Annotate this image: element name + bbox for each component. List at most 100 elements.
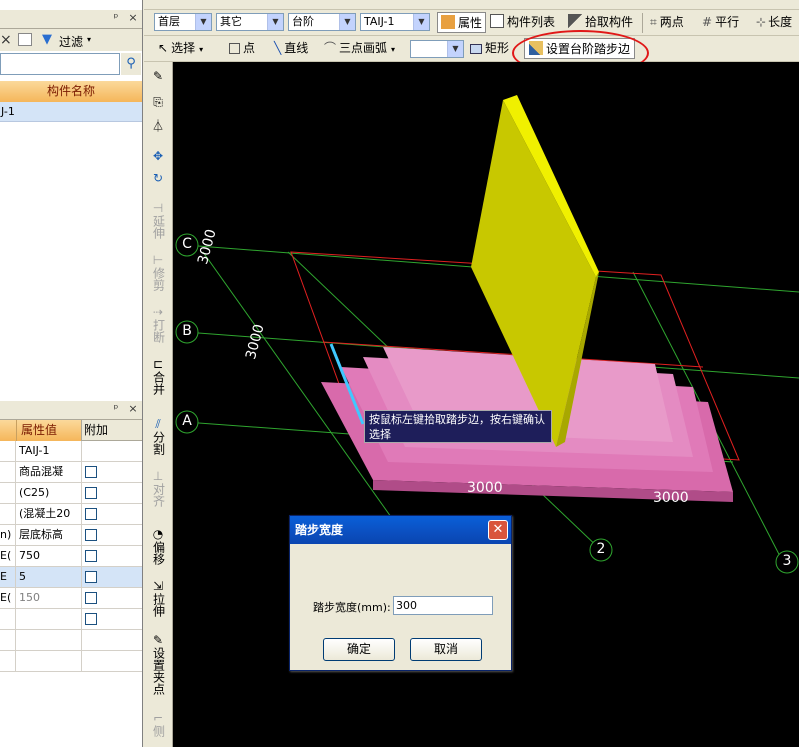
search-icon[interactable]: ⚲ bbox=[121, 53, 141, 75]
floor-select[interactable]: 首层 ▼ bbox=[154, 13, 212, 31]
pencil-icon[interactable]: ✎ bbox=[149, 70, 167, 83]
list-item[interactable]: J-1 bbox=[0, 102, 142, 122]
close-icon[interactable]: × bbox=[127, 403, 139, 415]
axis-label-3: 3 bbox=[782, 553, 792, 569]
copy-icon[interactable]: ⎘ bbox=[149, 96, 167, 109]
select-button[interactable]: ↖ 选择 ▾ bbox=[158, 38, 203, 58]
chevron-down-icon[interactable]: ▼ bbox=[413, 14, 429, 30]
name-select-value: TAIJ-1 bbox=[364, 15, 395, 28]
cancel-button[interactable]: 取消 bbox=[410, 638, 482, 661]
property-value[interactable]: TAIJ-1 bbox=[19, 441, 81, 461]
type-select[interactable]: 其它 ▼ bbox=[216, 13, 284, 31]
extra-checkbox[interactable] bbox=[85, 571, 97, 583]
table-row[interactable]: TAIJ-1 bbox=[0, 441, 142, 462]
table-row[interactable]: E5 bbox=[0, 567, 142, 588]
table-row[interactable]: (混凝土20 bbox=[0, 504, 142, 525]
ok-button[interactable]: 确定 bbox=[323, 638, 395, 661]
table-row[interactable] bbox=[0, 609, 142, 630]
table-row[interactable] bbox=[0, 630, 142, 651]
rotate-icon[interactable]: ↻ bbox=[149, 172, 167, 185]
search-input[interactable] bbox=[0, 53, 120, 75]
step-width-label: 踏步宽度(mm): bbox=[313, 601, 391, 614]
chevron-down-icon[interactable]: ▼ bbox=[447, 41, 463, 57]
parallel-button[interactable]: # 平行 bbox=[702, 12, 739, 32]
close-icon[interactable]: × bbox=[127, 12, 139, 24]
mirror-icon[interactable]: ⏃ bbox=[149, 120, 167, 133]
property-value[interactable]: 层底标高 bbox=[19, 525, 81, 545]
pick-component-button[interactable]: 拾取构件 bbox=[568, 12, 633, 32]
chevron-down-icon[interactable]: ▼ bbox=[195, 14, 211, 30]
side-button[interactable]: ⌐ 侧 bbox=[149, 712, 167, 740]
property-header: 属性值 附加 bbox=[0, 420, 142, 441]
pin-icon[interactable]: ᵖ bbox=[110, 403, 122, 415]
extra-checkbox[interactable] bbox=[85, 466, 97, 478]
property-value[interactable]: 150 bbox=[19, 588, 81, 608]
component-panel-title: ᵖ × bbox=[0, 10, 142, 29]
component-select[interactable]: 台阶 ▼ bbox=[288, 13, 356, 31]
pin-icon[interactable]: ᵖ bbox=[110, 12, 122, 24]
property-value[interactable] bbox=[19, 651, 81, 671]
chevron-down-icon[interactable]: ▼ bbox=[339, 14, 355, 30]
extend-button[interactable]: ⊣ 延伸 bbox=[149, 202, 167, 242]
column-header-extra[interactable]: 附加 bbox=[81, 420, 142, 441]
move-icon[interactable]: ✥ bbox=[149, 150, 167, 163]
extra-checkbox[interactable] bbox=[85, 592, 97, 604]
chevron-down-icon[interactable]: ▼ bbox=[267, 14, 283, 30]
cell-divider bbox=[81, 441, 82, 461]
offset-button[interactable]: ◔ 偏移 bbox=[149, 528, 167, 568]
trim-button[interactable]: ⊢ 修剪 bbox=[149, 254, 167, 294]
chevron-down-icon[interactable]: ▾ bbox=[199, 45, 203, 54]
table-row[interactable]: E(750 bbox=[0, 546, 142, 567]
name-select[interactable]: TAIJ-1 ▼ bbox=[360, 13, 430, 31]
three-point-arc-button[interactable]: ⌒ 三点画弧 ▾ bbox=[324, 38, 395, 58]
point-button[interactable]: 点 bbox=[229, 38, 255, 58]
property-value[interactable]: (C25) bbox=[19, 483, 81, 503]
table-row[interactable] bbox=[0, 651, 142, 672]
table-row[interactable]: E(150 bbox=[0, 588, 142, 609]
offset-icon: ◔ bbox=[152, 527, 164, 541]
step-width-dialog: 踏步宽度 ✕ 踏步宽度(mm): 确定 取消 bbox=[289, 515, 512, 671]
split-button[interactable]: ⫽ 分割 bbox=[149, 418, 167, 458]
align-button[interactable]: ⊥ 对齐 bbox=[149, 470, 167, 510]
extra-checkbox[interactable] bbox=[85, 550, 97, 562]
copy-icon[interactable] bbox=[18, 33, 32, 46]
stretch-button[interactable]: ⇲ 拉伸 bbox=[149, 580, 167, 620]
extra-checkbox[interactable] bbox=[85, 613, 97, 625]
property-value[interactable]: 5 bbox=[19, 567, 81, 587]
line-button[interactable]: ╲ 直线 bbox=[274, 38, 308, 58]
column-header-value[interactable]: 属性值 bbox=[16, 420, 81, 441]
filter-button[interactable]: 过滤 bbox=[59, 33, 83, 50]
properties-button[interactable]: 属性 bbox=[437, 12, 487, 33]
set-grip-button[interactable]: ✎ 设置夹点 bbox=[149, 634, 167, 698]
table-row[interactable]: (C25) bbox=[0, 483, 142, 504]
pick-component-label: 拾取构件 bbox=[585, 15, 634, 29]
cursor-icon: ↖ bbox=[158, 41, 169, 55]
property-key bbox=[0, 504, 16, 524]
table-row[interactable]: 商品混凝 bbox=[0, 462, 142, 483]
rect-button[interactable]: 矩形 bbox=[470, 38, 509, 58]
property-value[interactable] bbox=[19, 609, 81, 629]
select-label: 选择 bbox=[171, 41, 196, 55]
break-button[interactable]: ⇢ 打断 bbox=[149, 306, 167, 346]
property-value[interactable]: 商品混凝 bbox=[19, 462, 81, 482]
property-value[interactable] bbox=[19, 630, 81, 650]
delete-icon[interactable]: × bbox=[0, 32, 12, 48]
trim-icon: ⊢ bbox=[152, 253, 164, 267]
column-header-name[interactable]: 构件名称 bbox=[0, 81, 142, 102]
two-points-button[interactable]: ⌗ 两点 bbox=[650, 12, 684, 32]
merge-button[interactable]: ⊏ 合并 bbox=[149, 358, 167, 398]
close-icon[interactable]: ✕ bbox=[488, 520, 508, 540]
chevron-down-icon[interactable]: ▾ bbox=[87, 35, 91, 44]
component-list-button[interactable]: 构件列表 bbox=[490, 12, 555, 32]
length-label: 长度 bbox=[768, 15, 793, 29]
extra-checkbox[interactable] bbox=[85, 508, 97, 520]
extra-checkbox[interactable] bbox=[85, 529, 97, 541]
property-value[interactable]: 750 bbox=[19, 546, 81, 566]
arc-mode-select[interactable]: ▼ bbox=[410, 40, 464, 58]
length-button[interactable]: ⊹ 长度 bbox=[756, 12, 792, 32]
table-row[interactable]: n) 层底标高 bbox=[0, 525, 142, 546]
property-value[interactable]: (混凝土20 bbox=[19, 504, 81, 524]
chevron-down-icon[interactable]: ▾ bbox=[391, 45, 395, 54]
extra-checkbox[interactable] bbox=[85, 487, 97, 499]
step-width-input[interactable] bbox=[393, 596, 493, 615]
